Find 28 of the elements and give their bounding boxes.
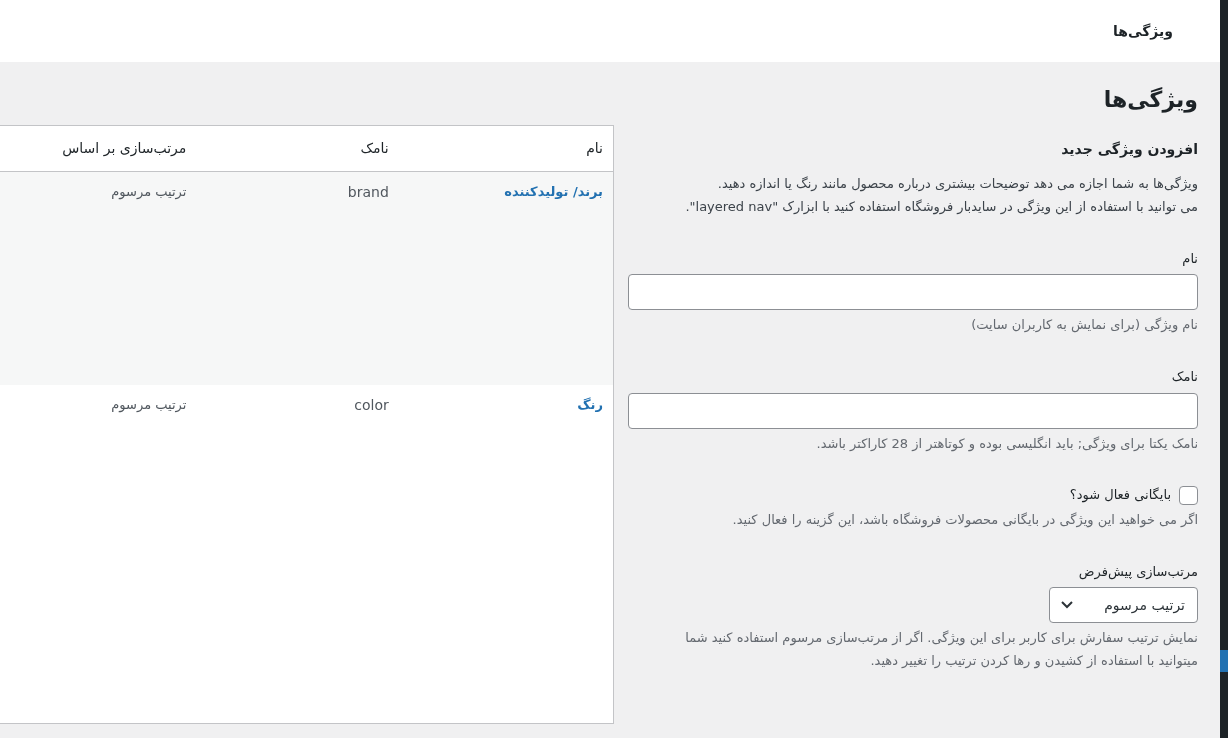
header-title: ویژگی‌ها [1113, 21, 1173, 42]
sort-dropdown[interactable]: ترتیب مرسوم [1049, 587, 1198, 624]
attribute-name-link[interactable]: رنگ [577, 397, 603, 413]
field-label: نام [1181, 249, 1198, 268]
intro-text: ویژگی‌ها به شما اجازه می دهد توضیحات بیشتری درباره محصول مانند رنگ یا اندازه دهید. [716, 175, 1198, 194]
attribute-name-link[interactable]: برند/ تولیدکننده [504, 183, 603, 199]
form-heading: افزودن ویژگی جدید [1060, 140, 1198, 158]
field-label: مرتب‌سازی پیش‌فرض [1077, 562, 1198, 582]
input-field[interactable] [628, 392, 1198, 429]
table-cell: ترتیب مرسوم [0, 385, 197, 724]
input-field[interactable] [628, 274, 1198, 311]
page-title: ویژگی‌ها [1102, 86, 1198, 115]
table-cell: brand [196, 171, 399, 386]
column-header: مرتب‌سازی بر اساس [0, 125, 197, 172]
help-text: نمایش ترتیب سفارش برای کاربر برای این ویژگی. اگر از مرتب‌سازی مرسوم استفاده کنید شما میتوانید با استفاده از کشیدن و رها کردن ترتیب را تغییر دهید. [684, 629, 1198, 671]
checkbox[interactable] [1179, 485, 1198, 505]
help-text: نام ویژگی (برای نمایش به کاربران سایت) [970, 316, 1198, 335]
help-text: اگر می خواهید این ویژگی در بایگانی محصولات فروشگاه باشد، این گزینه را فعال کنید. [731, 510, 1198, 530]
checkbox-label: بایگانی فعال شود؟ [1069, 486, 1171, 505]
chevron-down-icon [1060, 600, 1075, 611]
column-header: نامک [196, 125, 399, 172]
column-header: نام [398, 125, 614, 172]
help-text: نامک یکتا برای ویژگی; باید انگلیسی بوده و کوتاهتر از 28 کاراکتر باشد. [815, 434, 1198, 454]
current-menu-marker [1220, 650, 1228, 672]
field-label: نامک [1170, 368, 1198, 387]
table-cell: color [196, 385, 399, 724]
intro-text: می توانید با استفاده از این ویژگی در سایدبار فروشگاه استفاده کنید با ابزارک "layered nav". [684, 198, 1198, 217]
table-cell: ترتیب مرسوم [0, 171, 197, 386]
